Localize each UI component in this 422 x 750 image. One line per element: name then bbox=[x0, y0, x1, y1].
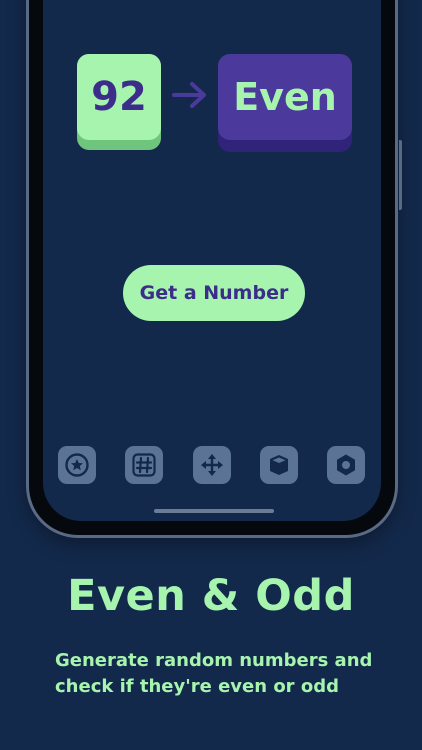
result-tile-face: Even bbox=[218, 54, 352, 140]
move-arrows-icon bbox=[201, 454, 223, 476]
number-tile: 92 bbox=[77, 54, 161, 150]
number-tile-face: 92 bbox=[77, 54, 161, 140]
parity-result: Even bbox=[233, 75, 337, 119]
marketing-subtitle: Generate random numbers and check if the… bbox=[55, 648, 415, 700]
tab-dice[interactable] bbox=[260, 446, 298, 484]
tab-bar bbox=[43, 446, 381, 490]
cube-icon bbox=[270, 455, 288, 475]
arrow-right-icon bbox=[172, 82, 206, 108]
marketing-headline: Even & Odd bbox=[67, 571, 355, 621]
tab-star[interactable] bbox=[58, 446, 96, 484]
phone-side-button bbox=[399, 140, 402, 210]
app-store-screenshot: 92 Even Get a Number Even & Odd Generate… bbox=[0, 0, 422, 750]
tab-number[interactable] bbox=[125, 446, 163, 484]
home-indicator bbox=[154, 509, 274, 513]
hash-icon bbox=[132, 453, 156, 477]
result-tile: Even bbox=[218, 54, 352, 152]
random-number: 92 bbox=[91, 74, 147, 120]
tab-settings[interactable] bbox=[327, 446, 365, 484]
tab-move[interactable] bbox=[193, 446, 231, 484]
subtitle-line-1: Generate random numbers and bbox=[55, 650, 373, 671]
star-icon bbox=[65, 453, 89, 477]
subtitle-line-2: check if they're even or odd bbox=[55, 676, 339, 697]
phone-bezel: 92 Even Get a Number bbox=[29, 0, 395, 535]
hexagon-icon bbox=[337, 454, 355, 476]
phone-screen: 92 Even Get a Number bbox=[43, 0, 381, 521]
phone-frame: 92 Even Get a Number bbox=[26, 0, 402, 538]
get-number-button[interactable]: Get a Number bbox=[123, 265, 305, 321]
